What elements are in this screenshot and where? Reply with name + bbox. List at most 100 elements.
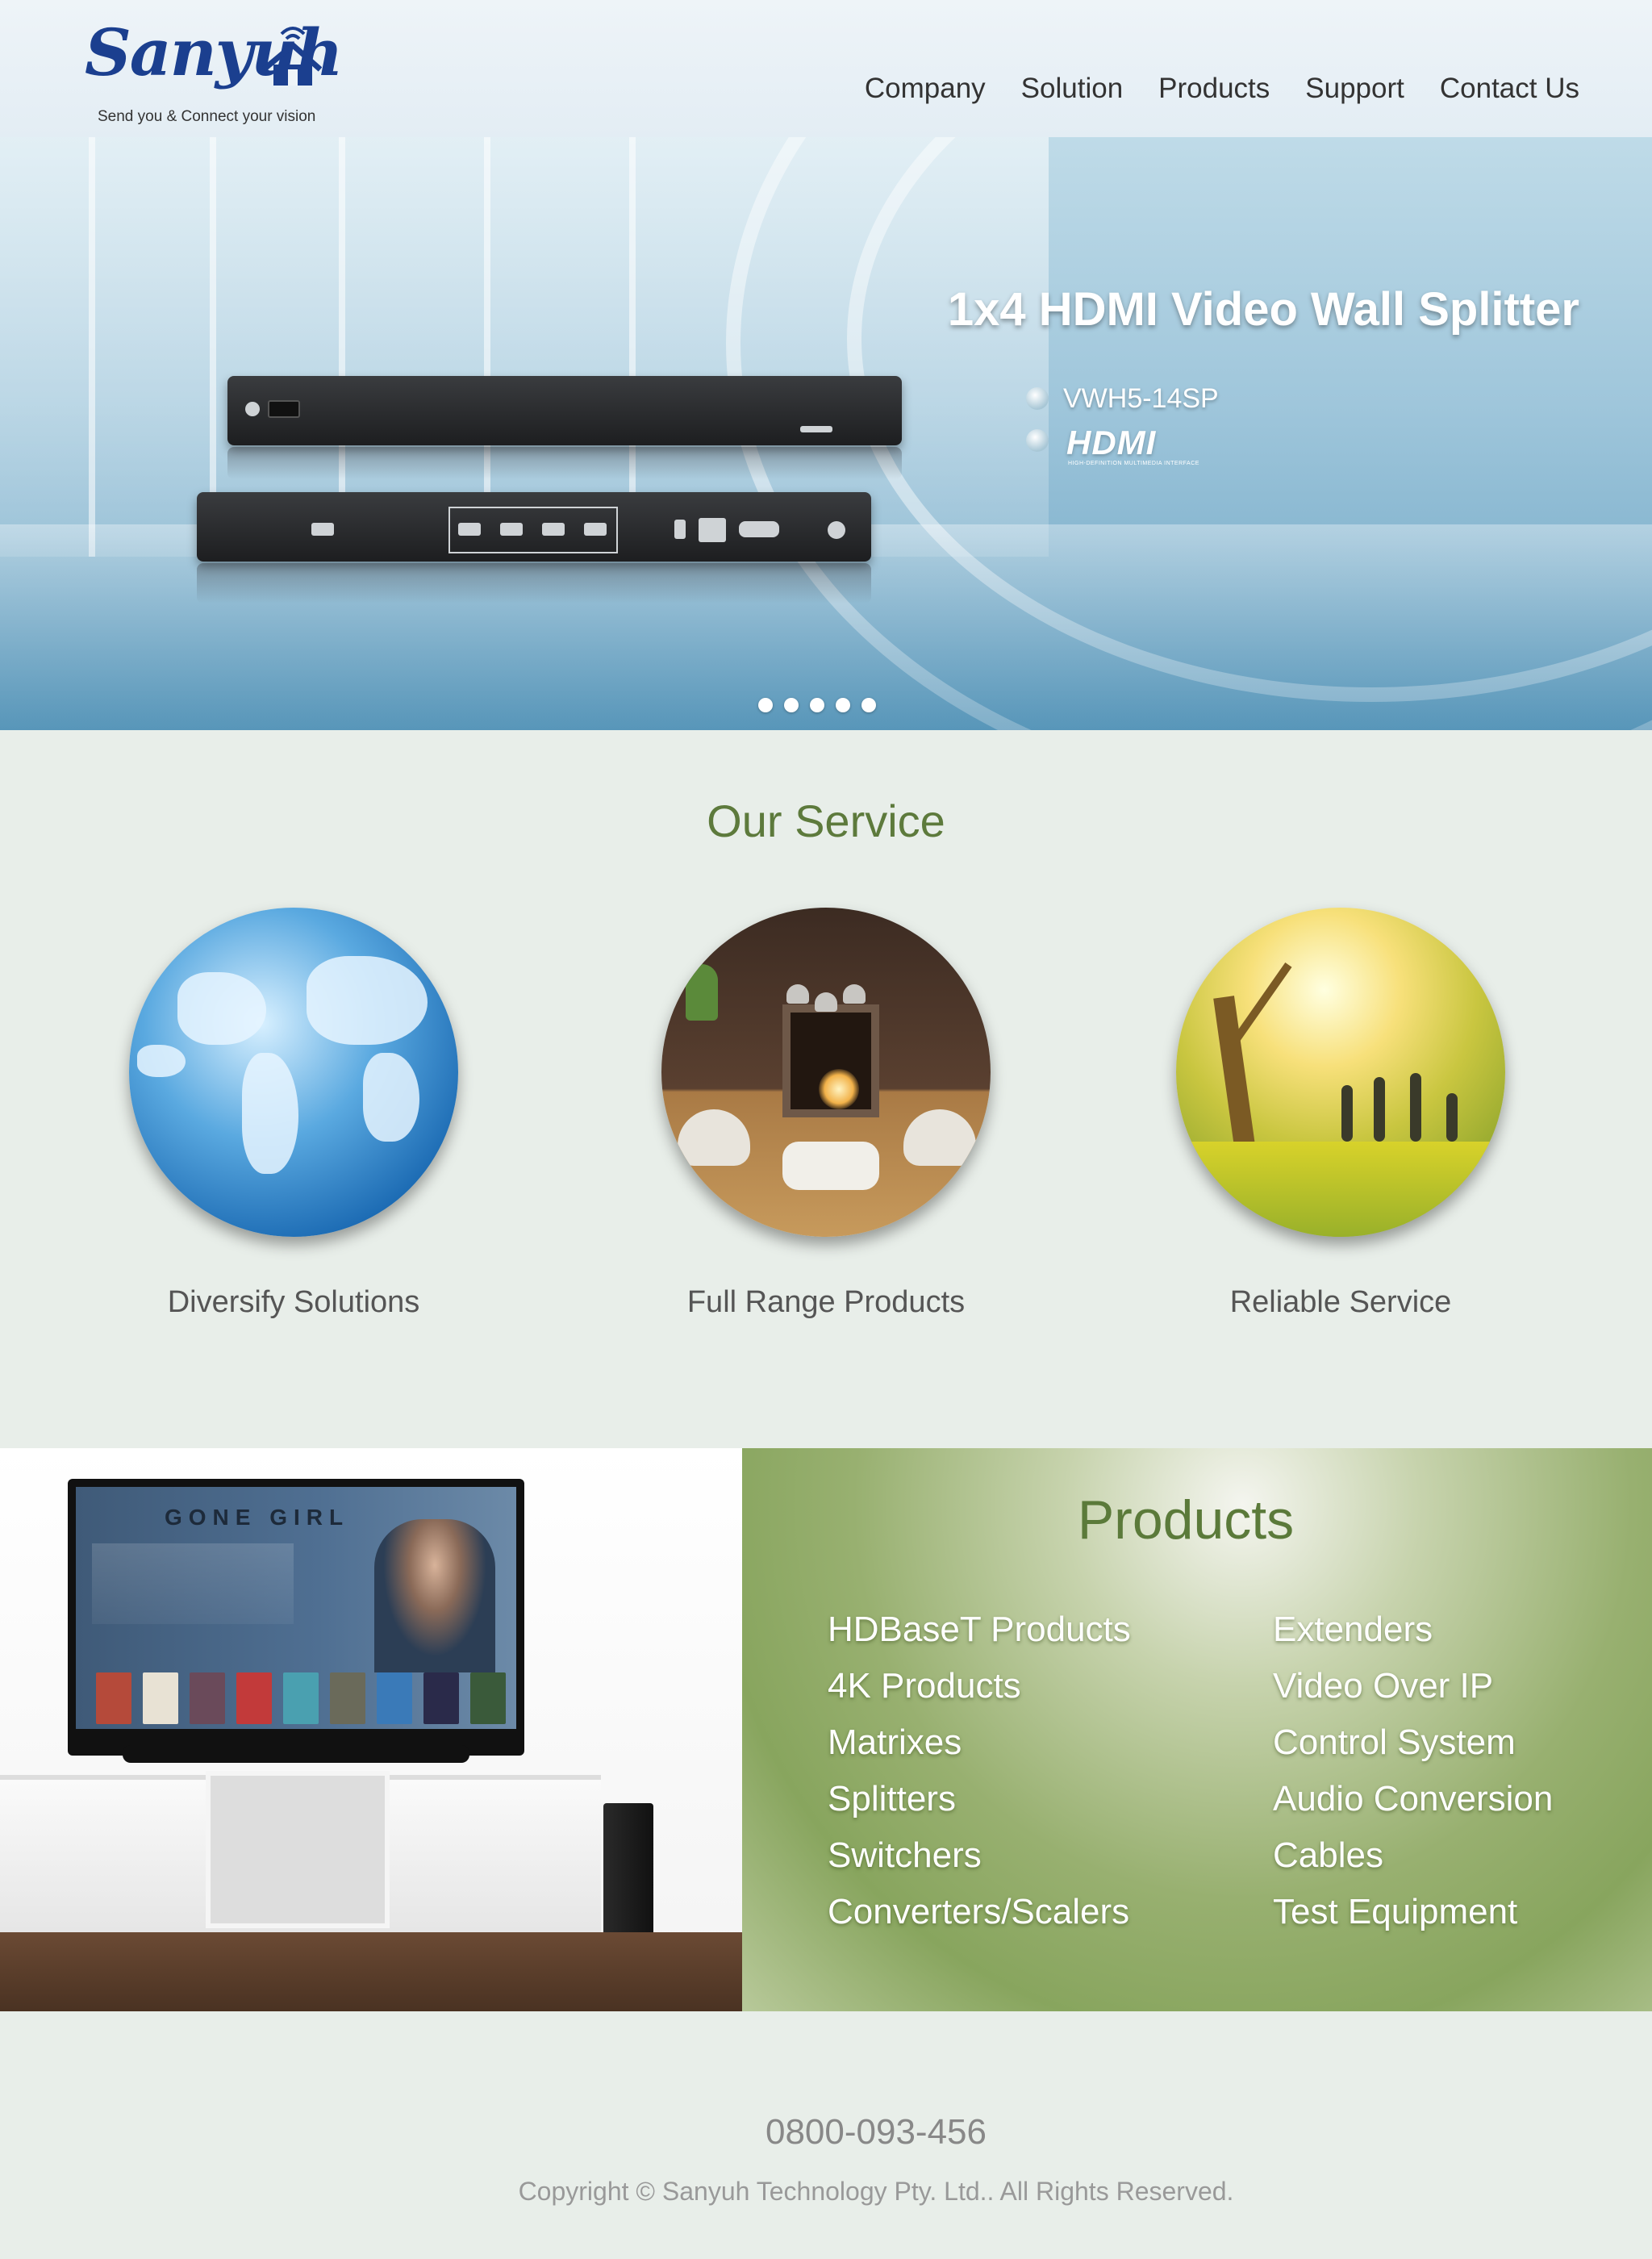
device-reflection — [227, 447, 902, 479]
slider-dot[interactable] — [758, 698, 773, 712]
pendant-lamp — [786, 984, 809, 1004]
service-label: Diversify Solutions — [167, 1285, 420, 1319]
bullet-icon — [1026, 429, 1049, 452]
product-link[interactable]: Splitters — [828, 1771, 1131, 1827]
movie-poster — [330, 1672, 365, 1724]
fireplace — [782, 1004, 879, 1117]
movie-poster — [283, 1672, 319, 1724]
service-label: Full Range Products — [686, 1285, 966, 1319]
site-footer: 0800-093-456 Copyright © Sanyuh Technolo… — [0, 2011, 1652, 2259]
television: GONE GIRL — [68, 1479, 524, 1756]
bullet-icon — [1026, 387, 1049, 410]
continent-shape — [137, 1045, 186, 1077]
logo[interactable]: Sanyuh Send you & Connect your vision — [85, 15, 344, 132]
ethernet-port — [699, 518, 726, 542]
service-card-reliable-service[interactable]: Reliable Service — [1171, 908, 1510, 1320]
product-link[interactable]: Test Equipment — [1273, 1884, 1553, 1940]
fire — [819, 1069, 859, 1109]
product-link[interactable]: Audio Conversion — [1273, 1771, 1553, 1827]
service-label: Reliable Service — [1229, 1285, 1452, 1319]
person-silhouette — [1410, 1073, 1421, 1142]
device-reflection — [197, 563, 871, 603]
hdmi-mark — [800, 426, 832, 432]
coffee-table — [782, 1142, 879, 1190]
slider-dot[interactable] — [861, 698, 876, 712]
power-button — [245, 402, 260, 416]
movie-poster — [190, 1672, 225, 1724]
park-family-image — [1176, 908, 1505, 1237]
hero-model-number: VWH5-14SP — [1063, 383, 1219, 414]
wifi-house-icon — [261, 27, 322, 86]
slider-dot[interactable] — [836, 698, 850, 712]
soundbar — [123, 1745, 469, 1763]
logo-tagline: Send you & Connect your vision — [98, 108, 316, 125]
hdmi-logo-subtitle: HIGH-DEFINITION MULTIMEDIA INTERFACE — [1068, 461, 1199, 466]
usb-port — [674, 520, 686, 539]
products-list-right: Extenders Video Over IP Control System A… — [1273, 1601, 1553, 1940]
person-silhouette — [1374, 1077, 1385, 1142]
lounge-chair — [903, 1109, 976, 1166]
nav-products[interactable]: Products — [1158, 73, 1270, 105]
hdmi-in-port — [311, 523, 334, 536]
product-device-front — [227, 376, 902, 445]
ir-window — [268, 400, 300, 418]
continent-shape — [307, 956, 428, 1045]
cabinet-shelf — [206, 1771, 390, 1928]
hdmi-out-port — [500, 523, 523, 536]
product-link[interactable]: 4K Products — [828, 1658, 1131, 1714]
continent-shape — [177, 972, 266, 1045]
dc-power-port — [828, 521, 845, 539]
service-card-full-range-products[interactable]: Full Range Products — [657, 908, 995, 1320]
lounge-chair — [678, 1109, 750, 1166]
grass — [1176, 1142, 1505, 1237]
tv-actor — [374, 1519, 495, 1672]
product-link[interactable]: HDBaseT Products — [828, 1601, 1131, 1658]
slider-dot[interactable] — [810, 698, 824, 712]
tv-screen-title: GONE GIRL — [165, 1505, 350, 1530]
hdmi-out-port — [542, 523, 565, 536]
tv-info-panel — [92, 1543, 294, 1624]
main-nav: Company Solution Products Support Contac… — [865, 73, 1579, 105]
product-link[interactable]: Extenders — [1273, 1601, 1553, 1658]
nav-company[interactable]: Company — [865, 73, 986, 105]
movie-poster — [423, 1672, 459, 1724]
hero-window-frame — [89, 137, 95, 557]
nav-contact-us[interactable]: Contact Us — [1440, 73, 1579, 105]
nav-solution[interactable]: Solution — [1021, 73, 1123, 105]
continent-shape — [242, 1053, 298, 1174]
hdmi-out-port — [458, 523, 481, 536]
product-link[interactable]: Matrixes — [828, 1714, 1131, 1771]
living-room-image — [661, 908, 991, 1237]
slider-pagination — [758, 698, 876, 712]
wood-floor — [0, 1932, 742, 2011]
product-link[interactable]: Converters/Scalers — [828, 1884, 1131, 1940]
continent-shape — [363, 1053, 419, 1142]
service-title: Our Service — [707, 795, 945, 846]
products-title: Products — [1077, 1489, 1295, 1551]
nav-support[interactable]: Support — [1305, 73, 1404, 105]
site-header: Sanyuh Send you & Connect your vision Co… — [0, 0, 1652, 137]
rs232-port — [739, 521, 779, 537]
person-silhouette — [1446, 1093, 1458, 1142]
movie-poster — [96, 1672, 131, 1724]
product-link[interactable]: Cables — [1273, 1827, 1553, 1884]
hdmi-logo: HDMI — [1066, 424, 1157, 461]
pendant-lamp — [843, 984, 866, 1004]
products-panel: Products HDBaseT Products 4K Products Ma… — [742, 1448, 1652, 2011]
movie-poster — [143, 1672, 178, 1724]
slider-dot[interactable] — [784, 698, 799, 712]
product-device-back — [197, 492, 871, 562]
person-silhouette — [1341, 1085, 1353, 1142]
tv-scene-image: GONE GIRL — [0, 1448, 742, 2011]
copyright: Copyright © Sanyuh Technology Pty. Ltd..… — [518, 2177, 1234, 2206]
phone-number[interactable]: 0800-093-456 — [0, 2112, 1652, 2153]
globe-image — [129, 908, 458, 1237]
hero-slider: 1x4 HDMI Video Wall Splitter VWH5-14SP H… — [0, 137, 1652, 730]
hdmi-out-port — [584, 523, 607, 536]
product-link[interactable]: Video Over IP — [1273, 1658, 1553, 1714]
service-card-diversify-solutions[interactable]: Diversify Solutions — [124, 908, 463, 1320]
product-link[interactable]: Switchers — [828, 1827, 1131, 1884]
product-link[interactable]: Control System — [1273, 1714, 1553, 1771]
hero-title: 1x4 HDMI Video Wall Splitter — [947, 283, 1579, 336]
movie-poster — [236, 1672, 272, 1724]
